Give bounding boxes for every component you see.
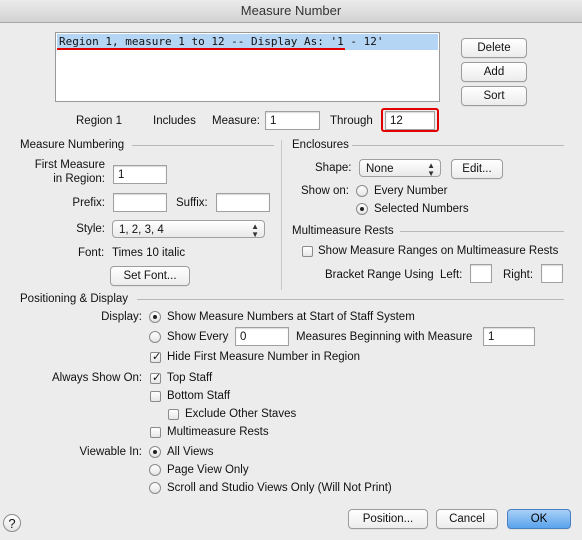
cancel-button[interactable]: Cancel: [436, 509, 498, 529]
always-show-label: Always Show On:: [52, 372, 143, 384]
show-at-start-label: Show Measure Numbers at Start of Staff S…: [167, 311, 415, 323]
suffix-label: Suffix:: [176, 197, 208, 209]
scroll-studio-radio[interactable]: [149, 482, 161, 494]
all-views-label: All Views: [167, 446, 214, 458]
right-label: Right:: [503, 269, 534, 281]
positioning-heading: Positioning & Display: [20, 293, 129, 305]
show-at-start-radio[interactable]: [149, 311, 161, 323]
first-measure-input[interactable]: 1: [113, 165, 167, 184]
every-number-label: Every Number: [374, 185, 448, 197]
first-measure-label-2: in Region:: [53, 173, 105, 185]
hide-first-label: Hide First Measure Number in Region: [167, 351, 361, 363]
measure-from-input[interactable]: 1: [265, 111, 320, 130]
selected-numbers-label: Selected Numbers: [374, 203, 469, 215]
exclude-other-checkbox[interactable]: [168, 409, 179, 420]
viewable-in-label: Viewable In:: [79, 446, 142, 458]
section-divider: [132, 145, 274, 146]
column-divider: [281, 140, 282, 290]
delete-button[interactable]: Delete: [461, 38, 527, 58]
shape-select[interactable]: None ▲ ▼: [359, 159, 441, 178]
enclosures-heading: Enclosures: [292, 139, 349, 151]
add-button[interactable]: Add: [461, 62, 527, 82]
window-title: Measure Number: [0, 0, 582, 23]
beginning-measure-input[interactable]: 1: [483, 327, 535, 346]
bracket-range-label: Bracket Range Using: [325, 269, 434, 281]
prefix-label: Prefix:: [72, 197, 105, 209]
shape-label: Shape:: [315, 162, 352, 174]
multimeasure-rests-checkbox[interactable]: [150, 427, 161, 438]
sort-button[interactable]: Sort: [461, 86, 527, 106]
section-divider: [352, 145, 564, 146]
style-label: Style:: [76, 223, 105, 235]
left-label: Left:: [440, 269, 463, 281]
show-every-input[interactable]: 0: [235, 327, 289, 346]
through-label: Through: [330, 115, 373, 127]
ok-button[interactable]: OK: [507, 509, 571, 529]
show-ranges-label: Show Measure Ranges on Multimeasure Rest…: [318, 245, 559, 257]
measure-through-input[interactable]: 12: [385, 111, 435, 130]
region-list[interactable]: Region 1, measure 1 to 12 -- Display As:…: [55, 32, 440, 102]
section-divider: [137, 299, 564, 300]
bracket-right-input[interactable]: [541, 264, 563, 283]
position-button[interactable]: Position...: [348, 509, 428, 529]
bottom-staff-label: Bottom Staff: [167, 390, 231, 402]
hide-first-checkbox[interactable]: [150, 350, 161, 363]
shape-select-value: None: [366, 163, 394, 175]
top-staff-checkbox[interactable]: [150, 371, 161, 384]
bracket-left-input[interactable]: [470, 264, 492, 283]
show-on-label: Show on:: [301, 185, 349, 197]
show-ranges-checkbox[interactable]: [302, 246, 313, 257]
prefix-input[interactable]: [113, 193, 167, 212]
show-every-label: Show Every: [167, 331, 229, 343]
bottom-staff-checkbox[interactable]: [150, 391, 161, 402]
edit-enclosure-button[interactable]: Edit...: [451, 159, 503, 179]
font-label: Font:: [78, 247, 105, 259]
top-staff-label: Top Staff: [167, 372, 213, 384]
multimeasure-rests-label: Multimeasure Rests: [167, 426, 269, 438]
includes-label: Includes: [153, 115, 196, 127]
updown-arrows-icon: ▲ ▼: [251, 222, 259, 239]
help-button[interactable]: ?: [3, 514, 21, 532]
selected-numbers-radio[interactable]: [356, 203, 368, 215]
page-view-label: Page View Only: [167, 464, 249, 476]
measure-numbering-heading: Measure Numbering: [20, 139, 125, 151]
style-select-value: 1, 2, 3, 4: [119, 224, 164, 236]
page-view-radio[interactable]: [149, 464, 161, 476]
red-underline-annotation: [57, 48, 345, 50]
region-label: Region 1: [76, 115, 123, 127]
set-font-button[interactable]: Set Font...: [110, 266, 190, 286]
measure-label: Measure:: [212, 115, 260, 127]
measures-beginning-label: Measures Beginning with Measure: [296, 331, 473, 343]
section-divider: [400, 231, 564, 232]
exclude-other-label: Exclude Other Staves: [185, 408, 297, 420]
scroll-studio-label: Scroll and Studio Views Only (Will Not P…: [167, 482, 392, 494]
show-every-radio[interactable]: [149, 331, 161, 343]
font-value: Times 10 italic: [112, 247, 186, 259]
multimeasure-rests-heading: Multimeasure Rests: [292, 225, 394, 237]
suffix-input[interactable]: [216, 193, 270, 212]
updown-arrows-icon: ▲ ▼: [427, 161, 435, 178]
style-select[interactable]: 1, 2, 3, 4 ▲ ▼: [112, 220, 265, 239]
every-number-radio[interactable]: [356, 185, 368, 197]
all-views-radio[interactable]: [149, 446, 161, 458]
display-label: Display:: [101, 311, 142, 323]
